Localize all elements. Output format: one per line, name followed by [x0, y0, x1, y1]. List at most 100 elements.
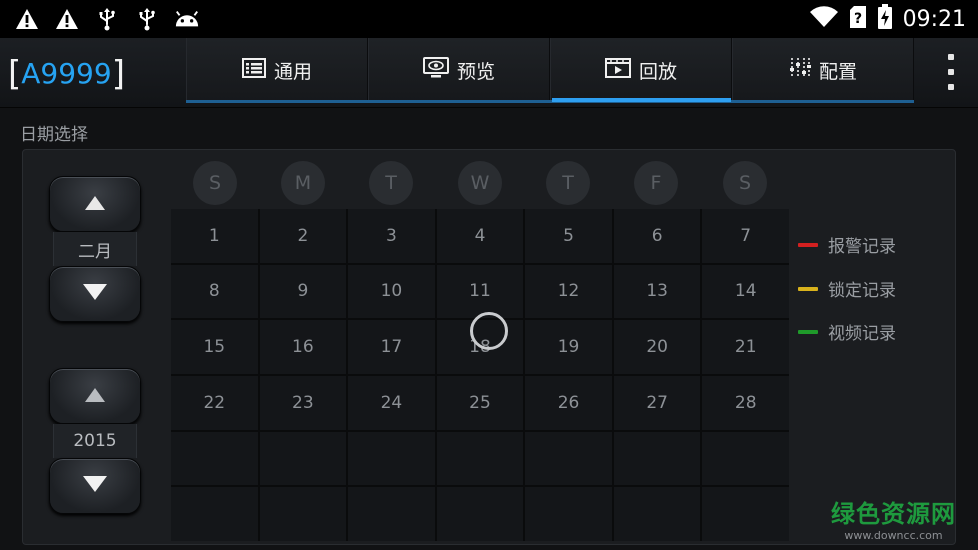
- svg-text:?: ?: [854, 11, 862, 27]
- calendar-day-empty: [702, 431, 789, 486]
- calendar-day-empty: [436, 431, 524, 486]
- legend-locked-record: 锁定记录: [798, 276, 896, 301]
- watermark: 绿色资源网 www.downcc.com: [831, 494, 956, 542]
- playback-icon: [604, 57, 631, 83]
- calendar-day[interactable]: 27: [613, 376, 701, 430]
- status-system-icons: ? 09:21: [809, 4, 966, 34]
- calendar-day[interactable]: 21: [702, 320, 789, 374]
- tabs-underline: [186, 100, 914, 103]
- calendar-day[interactable]: 6: [613, 209, 701, 263]
- calendar-day-empty: [613, 431, 701, 486]
- usb-icon: [94, 6, 120, 32]
- legend-swatch: [798, 329, 818, 334]
- clock-time: 09:21: [902, 6, 966, 32]
- tab-playback-label: 回放: [638, 60, 677, 83]
- tab-preview[interactable]: 预览: [368, 38, 550, 102]
- watermark-text: 绿色资源网: [831, 500, 956, 528]
- arrow-down-icon: [83, 476, 107, 496]
- loading-spinner-icon: [470, 312, 508, 350]
- calendar-day-empty: [171, 431, 258, 486]
- year-stepper: 2015: [49, 368, 141, 514]
- weekday-header: F: [634, 161, 678, 205]
- tab-config-label: 配置: [818, 60, 857, 83]
- weekday-header: S: [193, 161, 237, 205]
- month-down-button[interactable]: [49, 266, 141, 322]
- arrow-up-icon: [85, 387, 105, 406]
- calendar-day-empty: [436, 487, 524, 541]
- calendar-day[interactable]: 17: [348, 320, 435, 374]
- legend-alarm-record: 报警记录: [798, 232, 896, 257]
- calendar-day[interactable]: 25: [436, 376, 524, 430]
- legend-video-record: 视频记录: [798, 319, 896, 344]
- section-title: 日期选择: [20, 125, 88, 145]
- calendar-day-empty: [702, 487, 789, 541]
- calendar-day[interactable]: 7: [702, 209, 789, 263]
- calendar-day[interactable]: 28: [702, 376, 789, 430]
- calendar-day-empty: [525, 487, 612, 541]
- usb-icon: [134, 6, 160, 32]
- calendar-day[interactable]: 15: [171, 320, 258, 374]
- status-bar: ? 09:21: [0, 0, 978, 38]
- calendar-day-empty: [613, 487, 701, 541]
- month-up-button[interactable]: [49, 176, 141, 232]
- arrow-down-icon: [83, 284, 107, 304]
- month-stepper: 二月: [49, 176, 141, 322]
- app-bar: [A9999] 通用 预览 回放 配置: [0, 38, 978, 108]
- device-name: [A9999]: [8, 54, 125, 94]
- tab-playback[interactable]: 回放: [550, 38, 732, 102]
- calendar-day[interactable]: 16: [259, 320, 347, 374]
- general-icon: [241, 57, 266, 83]
- calendar-day-empty: [259, 431, 347, 486]
- status-notification-icons: [14, 6, 200, 32]
- tab-config[interactable]: 配置: [732, 38, 914, 102]
- battery-charging-icon: [877, 4, 893, 34]
- calendar-day[interactable]: 14: [702, 264, 789, 319]
- arrow-up-icon: [85, 195, 105, 214]
- calendar-day[interactable]: 3: [348, 209, 435, 263]
- year-value: 2015: [53, 424, 137, 458]
- calendar-day[interactable]: 12: [525, 264, 612, 319]
- calendar-day-empty: [348, 431, 435, 486]
- device-name-text: A9999: [21, 57, 112, 90]
- tab-general-label: 通用: [273, 60, 312, 83]
- legend-label: 锁定记录: [828, 281, 896, 301]
- calendar-day[interactable]: 22: [171, 376, 258, 430]
- calendar-day[interactable]: 9: [259, 264, 347, 319]
- calendar-day[interactable]: 1: [171, 209, 258, 263]
- weekday-header: S: [723, 161, 767, 205]
- config-icon: [789, 57, 811, 84]
- active-tab-indicator: [552, 98, 731, 102]
- calendar-day[interactable]: 4: [436, 209, 524, 263]
- preview-icon: [422, 56, 449, 84]
- legend-label: 视频记录: [828, 324, 896, 344]
- tab-general[interactable]: 通用: [186, 38, 368, 102]
- android-icon: [174, 6, 200, 32]
- legend-swatch: [798, 286, 818, 291]
- sim-unknown-icon: ?: [849, 5, 867, 33]
- more-vert-icon[interactable]: [946, 54, 956, 90]
- warning-icon: [14, 6, 40, 32]
- year-down-button[interactable]: [49, 458, 141, 514]
- tab-preview-label: 预览: [456, 60, 495, 83]
- calendar-day[interactable]: 13: [613, 264, 701, 319]
- calendar-day[interactable]: 19: [525, 320, 612, 374]
- calendar-day-empty: [259, 487, 347, 541]
- calendar-grid: 1 2 3 4 5 6 7 8 9 10 11 12 13 14 15 16 1…: [171, 209, 789, 541]
- calendar-day[interactable]: 20: [613, 320, 701, 374]
- calendar-day[interactable]: 10: [348, 264, 435, 319]
- calendar-day[interactable]: 24: [348, 376, 435, 430]
- weekday-header: W: [458, 161, 502, 205]
- watermark-url: www.downcc.com: [844, 529, 943, 542]
- weekday-header: T: [546, 161, 590, 205]
- calendar-day-empty: [525, 431, 612, 486]
- calendar-day[interactable]: 5: [525, 209, 612, 263]
- calendar-day[interactable]: 8: [171, 264, 258, 319]
- calendar-day[interactable]: 23: [259, 376, 347, 430]
- weekday-header: M: [281, 161, 325, 205]
- calendar-day[interactable]: 2: [259, 209, 347, 263]
- calendar-day[interactable]: 26: [525, 376, 612, 430]
- calendar-day[interactable]: 11: [436, 264, 524, 319]
- month-value: 二月: [53, 232, 137, 266]
- calendar-day-empty: [348, 487, 435, 541]
- year-up-button[interactable]: [49, 368, 141, 424]
